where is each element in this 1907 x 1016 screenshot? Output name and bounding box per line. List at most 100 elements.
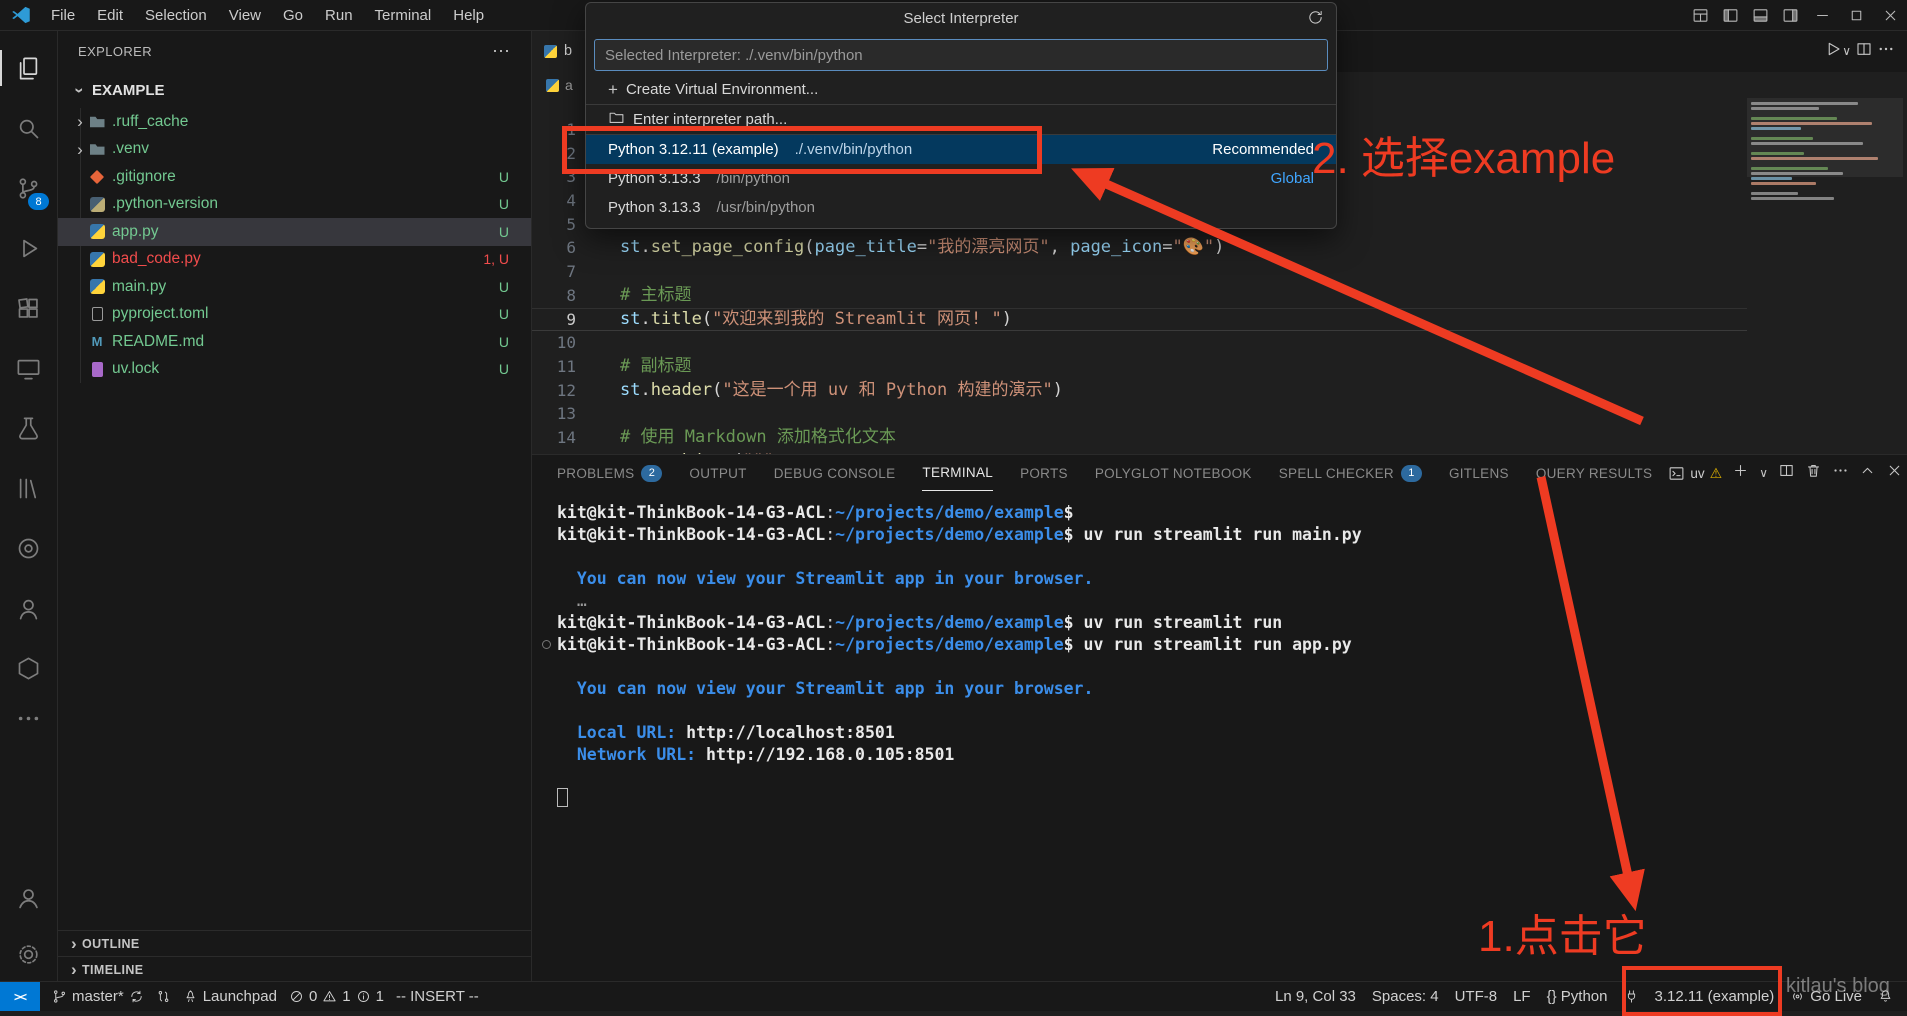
file-row-main.py[interactable]: main.pyU: [58, 273, 531, 301]
panel-tab-problems[interactable]: PROBLEMS2: [557, 456, 662, 491]
accounts-icon[interactable]: [0, 870, 57, 926]
menu-help[interactable]: Help: [442, 0, 495, 30]
testing-icon[interactable]: [0, 398, 57, 458]
interpreter-search-input[interactable]: Selected Interpreter: ./.venv/bin/python: [594, 39, 1328, 71]
outline-section[interactable]: ›OUTLINE: [58, 930, 531, 956]
panel-tab-query-results[interactable]: QUERY RESULTS: [1536, 456, 1652, 491]
menu-view[interactable]: View: [218, 0, 272, 30]
file-row-.venv[interactable]: ›.venv: [58, 136, 531, 164]
liveshare-icon[interactable]: [0, 578, 57, 638]
encoding-setting[interactable]: UTF-8: [1455, 988, 1498, 1005]
menu-file[interactable]: File: [40, 0, 86, 30]
extensions-icon[interactable]: [0, 278, 57, 338]
code-line-6[interactable]: 6st.set_page_config(page_title="我的漂亮网页",…: [532, 236, 1747, 260]
eol-setting[interactable]: LF: [1513, 988, 1531, 1005]
panel-tab-ports[interactable]: PORTS: [1020, 456, 1068, 491]
launchpad-item[interactable]: Launchpad: [183, 988, 277, 1005]
file-row-pyproject.toml[interactable]: pyproject.tomlU: [58, 301, 531, 329]
settings-gear-icon[interactable]: [0, 926, 57, 982]
explorer-root[interactable]: › EXAMPLE: [58, 72, 531, 108]
file-row-README.md[interactable]: MREADME.mdU: [58, 328, 531, 356]
remote-explorer-icon[interactable]: [0, 338, 57, 398]
menu-edit[interactable]: Edit: [86, 0, 134, 30]
code-line-13[interactable]: 13: [532, 402, 1747, 426]
minimap[interactable]: [1751, 102, 1899, 212]
split-editor-icon[interactable]: [1855, 40, 1873, 63]
new-terminal-icon[interactable]: [1732, 462, 1749, 484]
enter-path-item[interactable]: Enter interpreter path...: [586, 105, 1336, 135]
search-icon[interactable]: [0, 98, 57, 158]
code-line-11[interactable]: 11# 副标题: [532, 355, 1747, 379]
toggle-sidebar-icon[interactable]: [1715, 0, 1745, 30]
toggle-panel-icon[interactable]: [1745, 0, 1775, 30]
remote-indicator[interactable]: ><: [0, 982, 40, 1011]
panel-tab-terminal[interactable]: TERMINAL: [922, 455, 993, 491]
split-terminal-icon[interactable]: [1778, 462, 1795, 484]
maximize-icon[interactable]: [1839, 0, 1873, 30]
run-debug-icon[interactable]: [0, 218, 57, 278]
python-interpreter-item[interactable]: 3.12.11 (example): [1655, 988, 1775, 1005]
refresh-interpreters-icon[interactable]: [1307, 9, 1324, 30]
file-row-.gitignore[interactable]: .gitignoreU: [58, 163, 531, 191]
run-dropdown-icon[interactable]: ∨: [1842, 44, 1851, 58]
close-icon[interactable]: [1873, 0, 1907, 30]
minimize-icon[interactable]: [1805, 0, 1839, 30]
git-branch-item[interactable]: master*: [52, 988, 144, 1005]
code-line-7[interactable]: 7: [532, 260, 1747, 284]
editor-more-icon[interactable]: [1877, 40, 1895, 63]
run-button[interactable]: [1824, 40, 1842, 63]
terminal-dropdown-icon[interactable]: ∨: [1759, 466, 1768, 480]
indentation-setting[interactable]: Spaces: 4: [1372, 988, 1439, 1005]
problems-item[interactable]: 0 1 1: [289, 988, 384, 1005]
menu-run[interactable]: Run: [314, 0, 364, 30]
panel-more-icon[interactable]: [1832, 462, 1849, 484]
interpreter-option-recommended[interactable]: Python 3.12.11 (example) ./.venv/bin/pyt…: [586, 135, 1336, 164]
panel-tab-output[interactable]: OUTPUT: [689, 456, 746, 491]
panel-tab-spell-checker[interactable]: SPELL CHECKER1: [1279, 456, 1422, 491]
language-mode[interactable]: {} Python: [1547, 988, 1608, 1005]
menu-go[interactable]: Go: [272, 0, 314, 30]
code-line-12[interactable]: 12st.header("这是一个用 uv 和 Python 构建的演示"): [532, 379, 1747, 403]
vim-mode-indicator[interactable]: -- INSERT --: [396, 988, 479, 1005]
panel-tab-polyglot-notebook[interactable]: POLYGLOT NOTEBOOK: [1095, 456, 1252, 491]
code-line-14[interactable]: 14# 使用 Markdown 添加格式化文本: [532, 426, 1747, 450]
customize-layout-icon[interactable]: [1685, 0, 1715, 30]
file-row-.ruff_cache[interactable]: ›.ruff_cache: [58, 108, 531, 136]
create-venv-item[interactable]: + Create Virtual Environment...: [586, 75, 1336, 105]
maximize-panel-icon[interactable]: [1859, 462, 1876, 484]
explorer-more-icon[interactable]: ⋯: [492, 41, 511, 62]
menu-terminal[interactable]: Terminal: [364, 0, 443, 30]
command-decoration-icon[interactable]: [542, 640, 551, 649]
close-panel-icon[interactable]: [1886, 462, 1903, 484]
interpreter-option-global-1[interactable]: Python 3.13.3 /bin/python Global: [586, 164, 1336, 193]
ports-icon[interactable]: [1624, 989, 1639, 1004]
file-row-bad_code.py[interactable]: bad_code.py1, U: [58, 246, 531, 274]
explorer-icon[interactable]: [0, 38, 57, 98]
notifications-bell-icon[interactable]: [1878, 989, 1893, 1004]
code-line-8[interactable]: 8# 主标题: [532, 284, 1747, 308]
toggle-secondary-sidebar-icon[interactable]: [1775, 0, 1805, 30]
terminal-output[interactable]: kit@kit-ThinkBook-14-G3-ACL:~/projects/d…: [557, 502, 1887, 810]
gitlens-icon[interactable]: [0, 518, 57, 578]
compare-changes-icon[interactable]: [156, 989, 171, 1004]
panel-tab-label: PROBLEMS: [557, 466, 634, 481]
minimap-viewport[interactable]: [1747, 98, 1903, 177]
panel-tab-debug-console[interactable]: DEBUG CONSOLE: [774, 456, 896, 491]
file-row-app.py[interactable]: app.pyU: [58, 218, 531, 246]
menu-selection[interactable]: Selection: [134, 0, 218, 30]
kill-terminal-icon[interactable]: [1805, 462, 1822, 484]
file-row-uv.lock[interactable]: uv.lockU: [58, 356, 531, 384]
interpreter-option-global-2[interactable]: Python 3.13.3 /usr/bin/python: [586, 193, 1336, 222]
library-icon[interactable]: [0, 458, 57, 518]
file-row-.python-version[interactable]: .python-versionU: [58, 191, 531, 219]
panel-tab-gitlens[interactable]: GITLENS: [1449, 456, 1509, 491]
polyglot-icon[interactable]: [0, 638, 57, 698]
cursor-position[interactable]: Ln 9, Col 33: [1275, 988, 1356, 1005]
more-icon[interactable]: [0, 698, 57, 738]
source-control-icon[interactable]: 8: [0, 158, 57, 218]
code-line-10[interactable]: 10: [532, 331, 1747, 355]
go-live-item[interactable]: Go Live: [1790, 988, 1862, 1005]
terminal-shell-selector[interactable]: uv ⚠: [1668, 465, 1722, 482]
timeline-section[interactable]: ›TIMELINE: [58, 956, 531, 982]
code-line-9[interactable]: 9st.title("欢迎来到我的 Streamlit 网页! "): [532, 308, 1747, 332]
